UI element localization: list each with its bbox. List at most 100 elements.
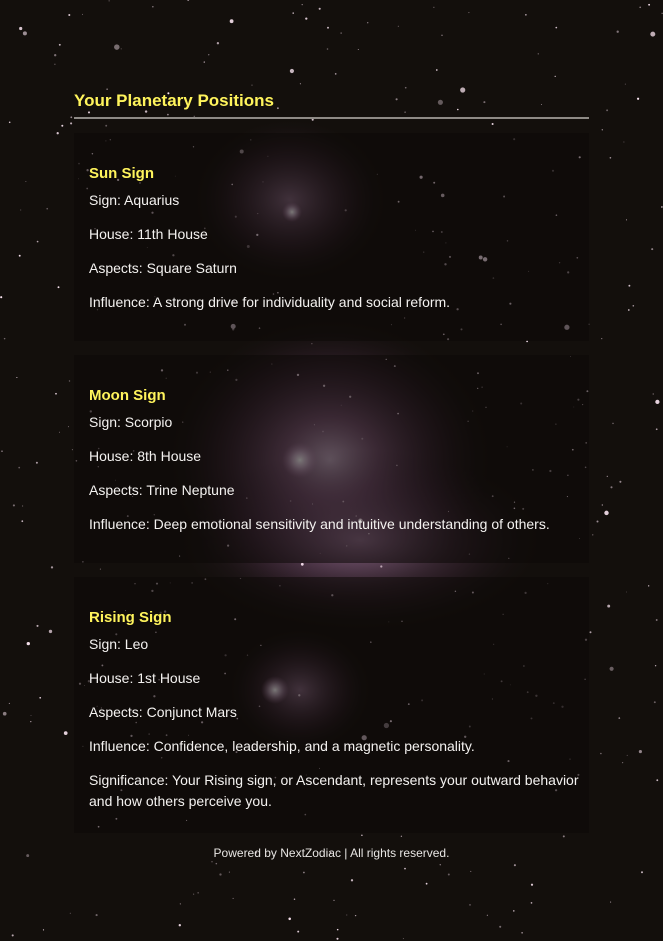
star	[404, 86, 407, 89]
star	[26, 854, 30, 858]
star	[650, 31, 656, 37]
star	[604, 510, 609, 516]
star	[626, 754, 628, 756]
star	[628, 284, 631, 287]
star	[616, 30, 619, 33]
star	[354, 914, 357, 917]
star	[25, 180, 27, 182]
star	[2, 711, 7, 716]
star	[397, 25, 399, 27]
star	[499, 925, 502, 928]
star	[596, 520, 599, 523]
star	[606, 109, 609, 112]
star	[288, 917, 291, 921]
star	[46, 207, 49, 210]
star	[513, 910, 515, 912]
star	[433, 6, 435, 8]
star	[326, 48, 329, 50]
star	[655, 619, 658, 621]
star	[35, 461, 38, 464]
star	[589, 631, 592, 634]
star	[400, 835, 403, 837]
star	[435, 69, 438, 71]
moon-sign-card: Moon Sign Sign: Scorpio House: 8th House…	[74, 355, 589, 563]
influence-line: Influence: A strong drive for individual…	[89, 294, 451, 310]
star	[610, 486, 613, 489]
star	[439, 864, 441, 866]
star	[289, 68, 294, 74]
title-divider	[74, 117, 589, 119]
star	[211, 861, 213, 863]
aspects-line: Aspects: Conjunct Mars	[89, 704, 237, 720]
star	[3, 337, 6, 340]
significance-line: Significance: Your Rising sign, or Ascen…	[89, 772, 579, 809]
star	[334, 73, 337, 75]
star	[8, 702, 10, 704]
star	[601, 338, 603, 340]
star	[20, 209, 22, 211]
star	[26, 641, 30, 646]
aspects-line: Aspects: Square Saturn	[89, 260, 237, 276]
star	[626, 591, 627, 593]
star	[18, 254, 21, 257]
star	[607, 604, 611, 608]
star	[21, 520, 24, 523]
star	[42, 929, 45, 931]
star	[59, 431, 60, 433]
star	[619, 480, 622, 483]
star	[203, 61, 205, 63]
sign-line: Sign: Leo	[89, 636, 149, 652]
star	[513, 864, 516, 867]
star	[609, 156, 612, 159]
star	[340, 32, 342, 34]
star	[68, 380, 71, 382]
star	[404, 867, 406, 870]
star	[0, 296, 3, 299]
star	[610, 901, 612, 903]
star	[178, 924, 181, 927]
star	[251, 84, 253, 86]
star	[87, 111, 91, 114]
star	[297, 930, 300, 933]
star	[95, 914, 98, 917]
star	[108, 0, 110, 2]
star	[447, 873, 450, 876]
star	[303, 871, 305, 874]
star	[70, 116, 73, 119]
star	[606, 475, 608, 478]
star	[58, 43, 61, 46]
star	[530, 883, 534, 886]
star	[625, 219, 628, 221]
star	[106, 88, 108, 90]
star	[656, 779, 659, 782]
star	[537, 53, 539, 55]
star	[30, 715, 32, 716]
star	[601, 129, 603, 131]
star	[19, 26, 23, 31]
star	[219, 873, 222, 876]
star	[653, 701, 656, 704]
star	[54, 63, 56, 65]
star	[71, 449, 73, 451]
section-heading: Rising Sign	[89, 609, 172, 626]
star	[654, 665, 657, 667]
star	[1, 450, 3, 453]
star	[562, 835, 565, 838]
star	[592, 534, 594, 536]
star	[627, 309, 630, 311]
star	[437, 99, 443, 105]
star	[600, 752, 602, 755]
star	[82, 13, 83, 15]
influence-line: Influence: Confidence, leadership, and a…	[89, 738, 475, 754]
star	[293, 898, 296, 901]
footer-text: Powered by NextZodiac | All rights reser…	[213, 846, 450, 860]
star	[8, 121, 11, 124]
star	[57, 286, 60, 289]
star	[609, 666, 614, 671]
star	[460, 87, 466, 93]
star	[197, 892, 199, 894]
star	[491, 122, 494, 126]
star	[621, 761, 624, 764]
star	[470, 870, 472, 872]
star	[99, 568, 101, 570]
